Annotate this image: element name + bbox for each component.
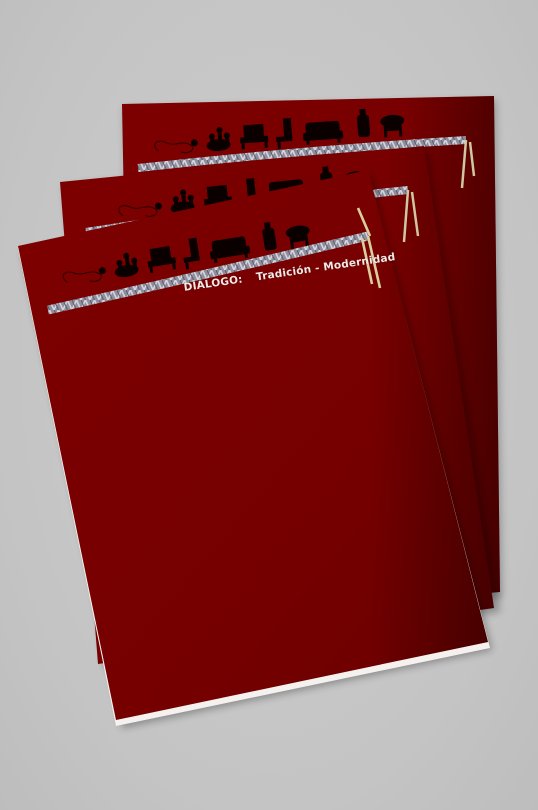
brochure-mockup-scene: DIÁLOGO: Tradición - Modernidad xyxy=(0,0,538,810)
brochure-stack xyxy=(18,96,502,728)
